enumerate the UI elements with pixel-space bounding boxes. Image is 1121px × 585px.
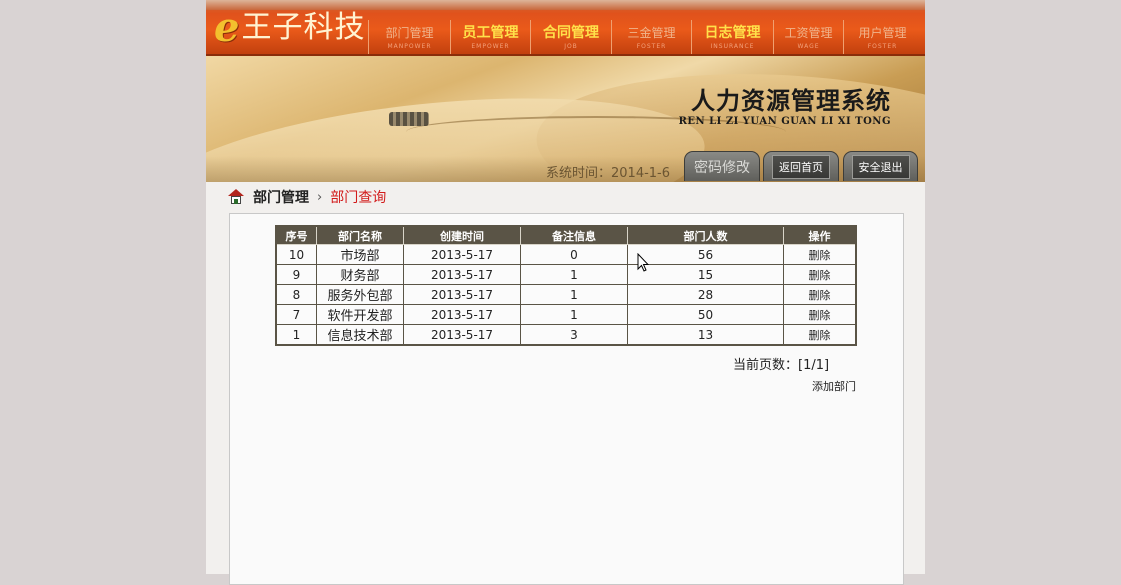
delete-button[interactable]: 删除 [783, 284, 857, 305]
content-panel: 序号 部门名称 创建时间 备注信息 部门人数 操作 10 市场部 2013-5-17… [229, 213, 904, 585]
cell-created: 2013-5-17 [403, 304, 521, 325]
nav-item-sublabel: MANPOWER [387, 43, 432, 50]
table-row: 1 信息技术部 2013-5-17 3 13 删除 [275, 324, 857, 346]
nav-item-1[interactable]: 员工管理 EMPOWER [450, 20, 530, 54]
cell-name: 市场部 [316, 244, 404, 265]
col-header-name: 部门名称 [316, 225, 404, 245]
add-department-link[interactable]: 添加部门 [812, 378, 856, 394]
caravan-image [389, 112, 429, 126]
table-header-row: 序号 部门名称 创建时间 备注信息 部门人数 操作 [275, 225, 857, 245]
nav-item-sublabel: JOB [564, 43, 578, 50]
delete-button[interactable]: 删除 [783, 244, 857, 265]
table-row: 8 服务外包部 2013-5-17 1 28 删除 [275, 284, 857, 305]
cell-id: 9 [275, 264, 317, 285]
main-nav: 部门管理 MANPOWER 员工管理 EMPOWER 合同管理 JOB 三金管理 FOSTER… [368, 20, 921, 54]
system-time: 系统时间：2014-1-6 [546, 166, 671, 181]
system-title-en: REN LI ZI YUAN GUAN LI XI TONG [678, 116, 891, 127]
cell-name: 服务外包部 [316, 284, 404, 305]
col-header-id: 序号 [275, 225, 317, 245]
col-header-count: 部门人数 [627, 225, 784, 245]
department-table: 序号 部门名称 创建时间 备注信息 部门人数 操作 10 市场部 2013-5-17… [275, 225, 857, 346]
nav-item-label: 日志管理 [704, 25, 761, 41]
nav-item-label: 用户管理 [858, 26, 907, 40]
table-row: 10 市场部 2013-5-17 0 56 删除 [275, 244, 857, 265]
breadcrumb-root[interactable]: 部门管理 [253, 187, 309, 207]
page-indicator: 当前页数：[1/1] [733, 358, 830, 373]
cell-remark: 1 [520, 304, 628, 325]
system-title: 人力资源管理系统 REN LI ZI YUAN GUAN LI XI TONG [679, 86, 891, 128]
nav-item-label: 员工管理 [462, 25, 519, 41]
col-header-action: 操作 [783, 225, 857, 245]
page: e 王子科技 部门管理 MANPOWER 员工管理 EMPOWER 合同管理 JOB 三金管… [206, 0, 925, 585]
nav-item-label: 工资管理 [784, 26, 833, 40]
logo-text: 王子科技 [241, 10, 366, 45]
change-password-button[interactable]: 密码修改 [684, 151, 760, 181]
cell-count: 13 [627, 324, 784, 346]
nav-item-4[interactable]: 日志管理 INSURANCE [691, 20, 773, 54]
back-home-button[interactable]: 返回首页 [763, 151, 839, 181]
cell-count: 15 [627, 264, 784, 285]
cell-created: 2013-5-17 [403, 284, 521, 305]
nav-item-sublabel: FOSTER [636, 43, 667, 50]
cell-id: 1 [275, 324, 317, 346]
nav-item-5[interactable]: 工资管理 WAGE [773, 20, 843, 54]
logo: e 王子科技 [214, 8, 365, 48]
delete-button[interactable]: 删除 [783, 324, 857, 346]
nav-item-sublabel: WAGE [797, 43, 820, 50]
nav-item-sublabel: INSURANCE [710, 43, 755, 50]
logo-e-icon: e [214, 4, 240, 51]
logout-button[interactable]: 安全退出 [843, 151, 918, 181]
breadcrumb: 部门管理 › 部门查询 [228, 187, 386, 207]
cell-name: 财务部 [316, 264, 404, 285]
delete-button[interactable]: 删除 [783, 264, 857, 285]
banner: 人力资源管理系统 REN LI ZI YUAN GUAN LI XI TONG … [206, 56, 925, 182]
cell-id: 7 [275, 304, 317, 325]
nav-item-sublabel: EMPOWER [471, 43, 510, 50]
cell-created: 2013-5-17 [403, 264, 521, 285]
table-row: 7 软件开发部 2013-5-17 1 50 删除 [275, 304, 857, 325]
cell-count: 56 [627, 244, 784, 265]
breadcrumb-current: 部门查询 [330, 190, 387, 206]
delete-button[interactable]: 删除 [783, 304, 857, 325]
cell-id: 8 [275, 284, 317, 305]
nav-item-label: 部门管理 [385, 26, 434, 40]
cell-remark: 3 [520, 324, 628, 346]
cell-count: 28 [627, 284, 784, 305]
cell-count: 50 [627, 304, 784, 325]
nav-item-0[interactable]: 部门管理 MANPOWER [368, 20, 450, 54]
col-header-remark: 备注信息 [520, 225, 628, 245]
cell-remark: 1 [520, 264, 628, 285]
cell-id: 10 [275, 244, 317, 265]
cell-name: 软件开发部 [316, 304, 404, 325]
mouse-cursor-icon [637, 253, 649, 272]
col-header-created: 创建时间 [403, 225, 521, 245]
breadcrumb-separator: › [317, 189, 323, 205]
cell-remark: 1 [520, 284, 628, 305]
nav-item-label: 合同管理 [543, 25, 599, 41]
nav-item-label: 三金管理 [627, 26, 676, 40]
top-nav-bar: e 王子科技 部门管理 MANPOWER 员工管理 EMPOWER 合同管理 JOB 三金管… [206, 0, 925, 56]
home-icon [228, 189, 244, 205]
nav-item-6[interactable]: 用户管理 FOSTER [843, 20, 921, 54]
cell-created: 2013-5-17 [403, 324, 521, 346]
table-row: 9 财务部 2013-5-17 1 15 删除 [275, 264, 857, 285]
nav-item-3[interactable]: 三金管理 FOSTER [611, 20, 691, 54]
nav-item-2[interactable]: 合同管理 JOB [530, 20, 611, 54]
nav-item-sublabel: FOSTER [867, 43, 898, 50]
system-title-zh: 人力资源管理系统 [691, 86, 891, 115]
cell-name: 信息技术部 [316, 324, 404, 346]
cell-created: 2013-5-17 [403, 244, 521, 265]
cell-remark: 0 [520, 244, 628, 265]
